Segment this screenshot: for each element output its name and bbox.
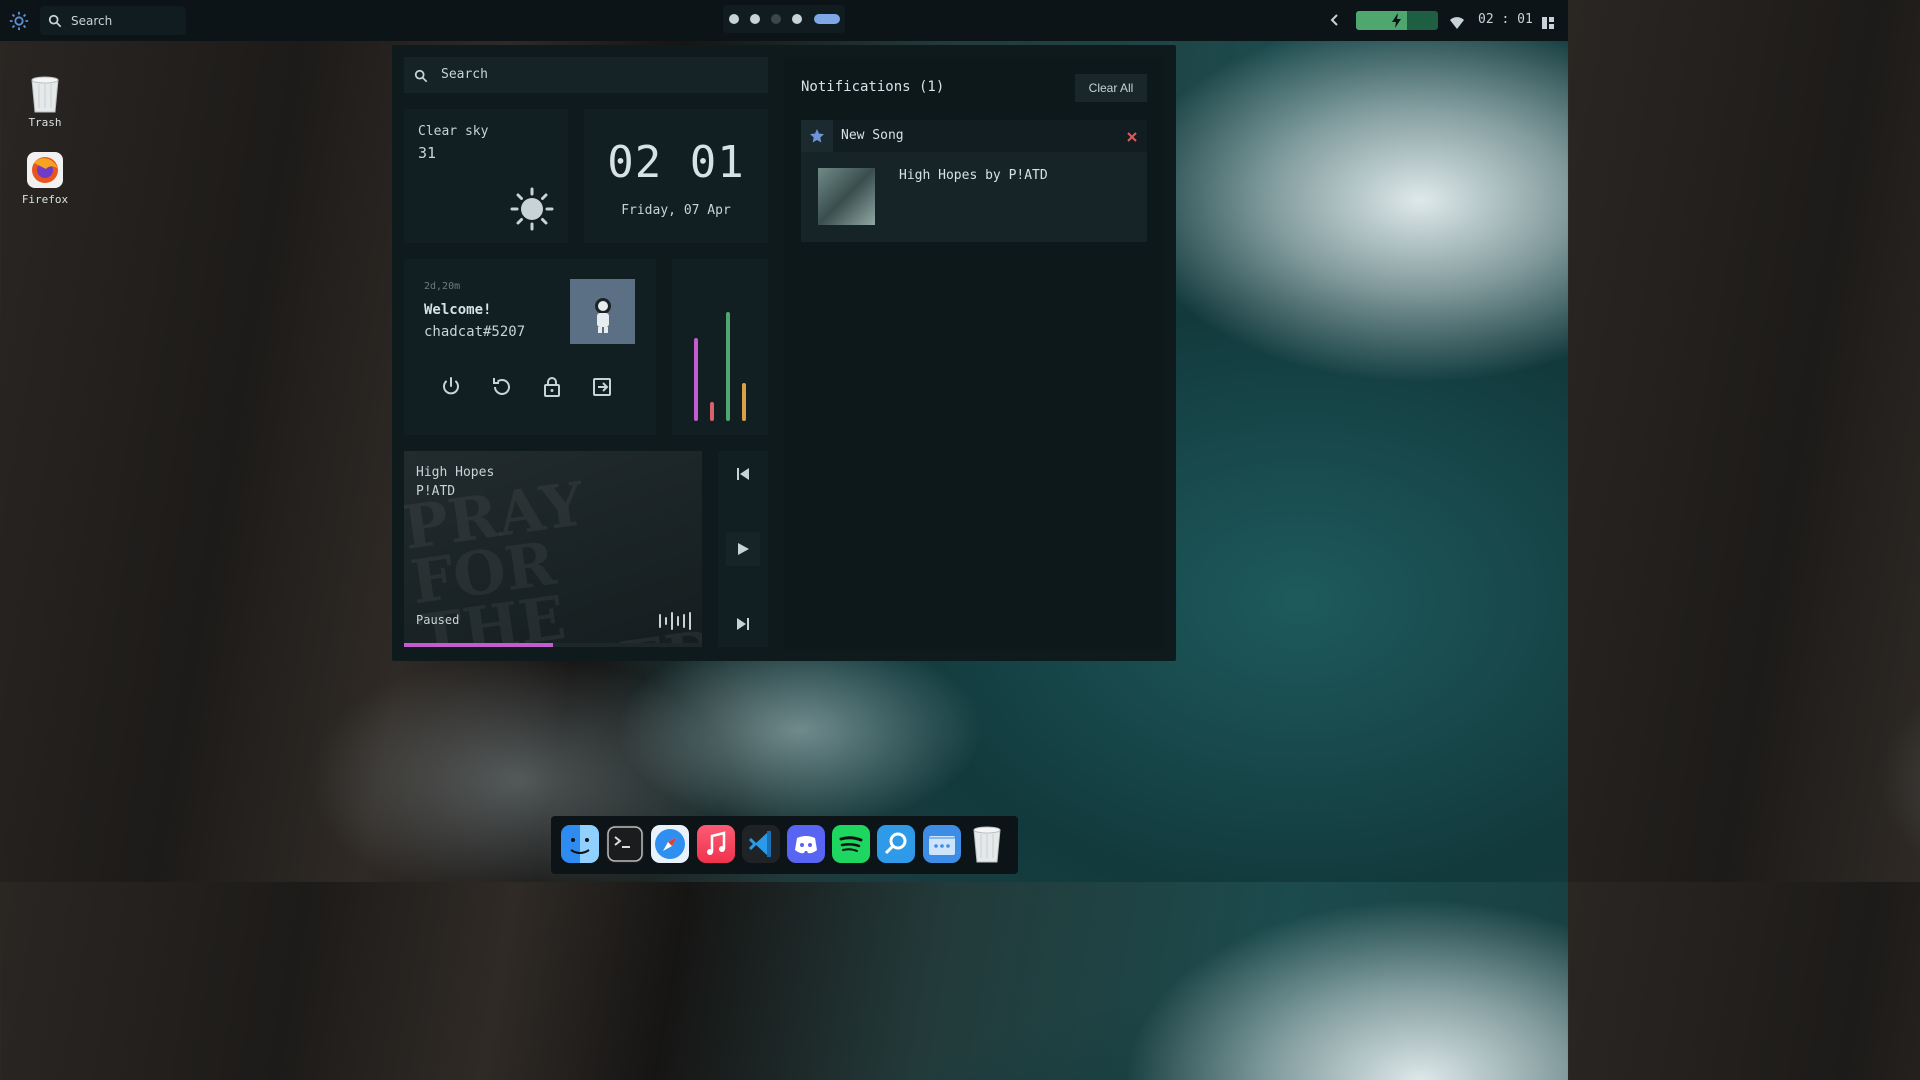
vscode-icon[interactable] (741, 825, 780, 863)
clock-widget: 02 01 Friday, 07 Apr (584, 109, 768, 243)
desktop-icon-label: Firefox (21, 193, 69, 206)
clear-all-button[interactable]: Clear All (1075, 74, 1147, 102)
player-controls (718, 451, 768, 647)
music-icon[interactable] (696, 825, 735, 863)
notification-title: New Song (841, 128, 904, 143)
logout-icon (593, 378, 611, 396)
welcome-text: Welcome! (424, 302, 492, 318)
waveform-icon (658, 611, 692, 631)
track-artist: P!ATD (416, 484, 456, 499)
power-icon (443, 377, 459, 395)
panel-search-input[interactable]: Search (404, 57, 768, 93)
system-bars-widget (672, 259, 768, 435)
system-bar-2 (710, 402, 714, 421)
desktop-icon-firefox[interactable]: Firefox (15, 151, 75, 206)
search-icon (48, 13, 62, 28)
clock-date: Friday, 07 Apr (621, 203, 731, 218)
workspace-dot-3[interactable] (771, 14, 781, 24)
charging-bolt-icon (1391, 13, 1403, 28)
track-title: High Hopes (416, 465, 495, 480)
desktop-icon-label: Trash (28, 116, 62, 129)
workspace-indicator (723, 5, 845, 33)
panel-search-placeholder: Search (441, 67, 488, 82)
playback-progress-fill (404, 643, 553, 647)
next-button[interactable] (726, 607, 760, 641)
star-icon (801, 120, 833, 152)
lock-button[interactable] (540, 375, 564, 399)
desktop-icon-trash[interactable]: Trash (15, 74, 75, 129)
spotify-icon[interactable] (832, 825, 871, 863)
clock-time: 02 01 (607, 137, 745, 188)
trash-icon[interactable] (968, 825, 1006, 863)
safari-icon[interactable] (651, 825, 690, 863)
files-icon[interactable] (922, 825, 961, 863)
power-button[interactable] (439, 375, 463, 399)
notification-body: High Hopes by P!ATD (899, 168, 1048, 183)
topbar-search-placeholder: Search (71, 14, 113, 28)
system-bar-1 (694, 338, 698, 421)
workspace-active[interactable] (814, 14, 840, 24)
weather-widget: Clear sky 31 (404, 109, 568, 243)
playback-progress[interactable] (404, 643, 702, 647)
album-thumbnail (818, 168, 875, 225)
system-bar-3 (726, 312, 730, 421)
restart-button[interactable] (490, 375, 514, 399)
weather-condition: Clear sky (418, 124, 489, 139)
skip-next-icon (737, 618, 749, 630)
chevron-left-icon[interactable] (1328, 12, 1342, 28)
skip-previous-icon (737, 468, 749, 480)
workspace-dot-2[interactable] (750, 14, 760, 24)
finder-icon[interactable] (561, 825, 599, 863)
trash-icon (26, 74, 64, 113)
search-app-icon[interactable] (877, 825, 916, 863)
control-center-panel: Search Clear sky 31 02 01 Friday, 07 Apr… (392, 45, 1176, 661)
battery-indicator (1356, 11, 1438, 30)
close-icon[interactable] (1125, 129, 1139, 143)
top-bar: Search 02 : 01 (0, 0, 1568, 41)
logout-button[interactable] (590, 375, 614, 399)
discord-icon[interactable] (787, 825, 825, 863)
topbar-clock[interactable]: 02 : 01 (1478, 12, 1533, 27)
system-bar-4 (742, 383, 746, 421)
weather-temperature: 31 (418, 144, 437, 162)
profile-widget: 2d,20m Welcome! chadcat#5207 (404, 259, 656, 435)
layout-grid-icon[interactable] (1542, 14, 1554, 29)
music-player: PRAYFOR THEWICKED High Hopes P!ATD Pause… (404, 451, 702, 647)
gear-icon[interactable] (8, 10, 30, 32)
notification-header: New Song (801, 120, 1147, 152)
topbar-search[interactable]: Search (40, 6, 186, 35)
terminal-icon[interactable] (606, 825, 645, 863)
notifications-header: Notifications (1) (801, 79, 945, 95)
uptime: 2d,20m (424, 281, 461, 292)
notification-item[interactable]: New Song High Hopes by P!ATD (801, 120, 1147, 242)
avatar (570, 279, 635, 344)
workspace-dot-1[interactable] (729, 14, 739, 24)
firefox-icon (26, 151, 64, 189)
play-button[interactable] (726, 532, 760, 566)
username: chadcat#5207 (424, 324, 526, 340)
lock-icon (544, 377, 560, 397)
previous-button[interactable] (726, 457, 760, 491)
workspace-dot-4[interactable] (792, 14, 802, 24)
restart-icon (493, 378, 510, 395)
dock (551, 816, 1018, 874)
notifications-panel: Notifications (1) Clear All New Song Hig… (784, 57, 1164, 649)
playback-status: Paused (416, 613, 460, 627)
sun-icon (510, 187, 554, 231)
search-icon (414, 68, 428, 83)
play-icon (738, 543, 749, 555)
wifi-icon[interactable] (1450, 14, 1464, 29)
